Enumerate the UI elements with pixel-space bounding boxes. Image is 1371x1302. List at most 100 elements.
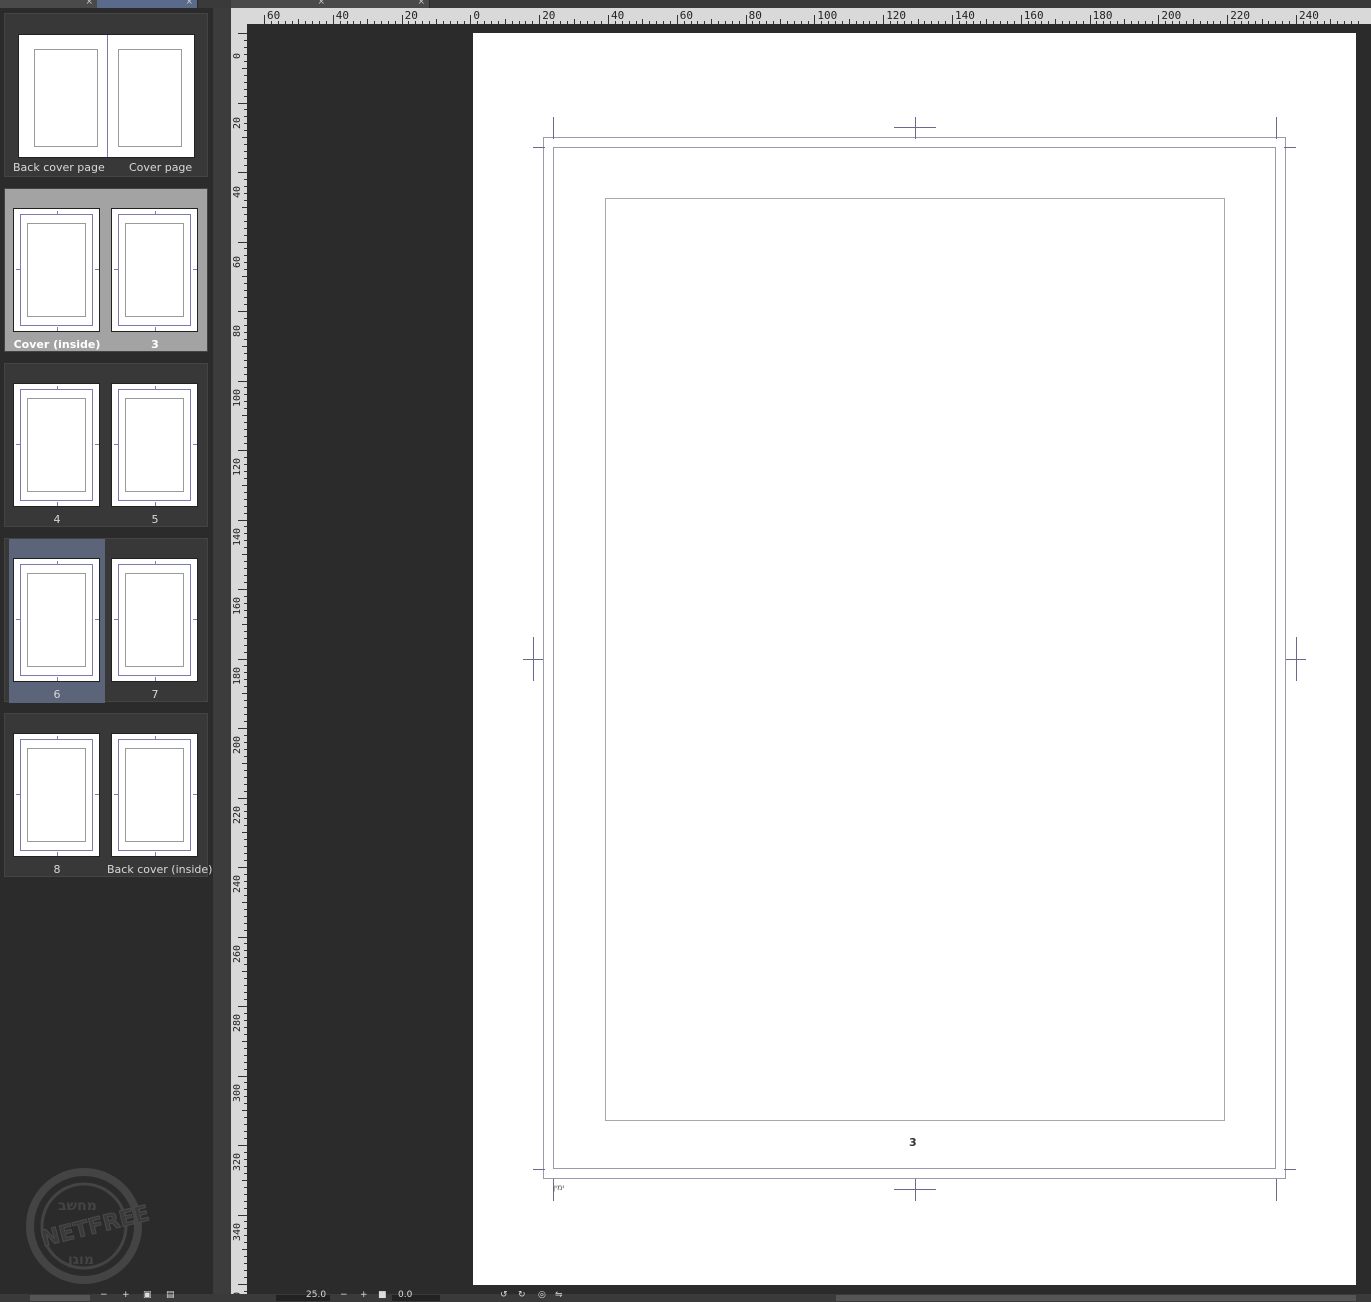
tab-close-icon[interactable]: ×: [85, 0, 93, 7]
safe-area-frame: [605, 198, 1225, 1121]
page-thumbnail[interactable]: [111, 208, 198, 332]
ruler-major-tick: [238, 797, 247, 799]
tab-close-icon[interactable]: ×: [185, 0, 193, 7]
page-slot[interactable]: 4: [9, 364, 105, 528]
zoom-out-icon[interactable]: −: [100, 1290, 108, 1300]
ruler-label: 320: [232, 1152, 243, 1171]
svg-text:מוגן: מוגן: [68, 1252, 94, 1268]
zoom-decrease-icon[interactable]: −: [340, 1290, 348, 1300]
back-cover-frame: [34, 49, 98, 147]
ruler-major-tick: [238, 728, 247, 729]
ruler-label: 240: [232, 874, 243, 893]
cover-spread-thumbnail[interactable]: [18, 34, 195, 158]
crop-mark: [533, 147, 545, 148]
page-slot[interactable]: 3: [107, 189, 203, 353]
ruler-major-tick: [1158, 15, 1160, 24]
back-cover-page-label: Back cover page: [13, 161, 105, 174]
thumbnail-crop-mark: [155, 327, 156, 331]
flip-icon[interactable]: ⇋: [555, 1290, 563, 1300]
duplicate-page-icon[interactable]: ▣: [143, 1290, 152, 1300]
document-tab-4[interactable]: ×: [329, 0, 430, 8]
thumbnail-safe-frame: [125, 573, 184, 667]
horizontal-scrollbar[interactable]: [836, 1295, 1356, 1301]
page-thumbnail[interactable]: [111, 558, 198, 682]
crop-mark: [915, 117, 916, 139]
page-thumbnail[interactable]: [13, 383, 100, 507]
page-management-panel: Back cover page Cover page Cover (inside…: [0, 8, 213, 1294]
page-thumbnail[interactable]: [111, 733, 198, 857]
svg-text:מחשב: מחשב: [58, 1198, 97, 1214]
thumbnail-crop-mark: [155, 386, 156, 390]
page-spread-1[interactable]: Cover (inside) 3: [4, 188, 208, 352]
panel-scrollbar[interactable]: [213, 8, 231, 1294]
rotate-slider-icon[interactable]: ■: [378, 1290, 387, 1300]
page-slot[interactable]: 7: [107, 539, 203, 703]
ruler-major-tick: [814, 15, 816, 24]
ruler-major-tick: [676, 15, 678, 24]
cover-spread[interactable]: Back cover page Cover page: [4, 13, 208, 177]
page-side-mark: ימין: [553, 1183, 565, 1192]
thumbnail-crop-mark: [193, 269, 197, 270]
reset-rotation-icon[interactable]: ◎: [538, 1290, 546, 1300]
page-spread-4[interactable]: 8 Back cover (inside): [4, 713, 213, 878]
thumbnail-crop-mark: [16, 794, 20, 795]
rotate-left-icon[interactable]: ↺: [500, 1290, 508, 1300]
page-settings-icon[interactable]: ▤: [166, 1290, 175, 1300]
crop-mark: [1284, 147, 1296, 148]
ruler-major-tick: [238, 172, 247, 173]
horizontal-ruler: 60 40 20 0 20 40 60 80 100 120 140 160 180 200 220 240: [231, 8, 1371, 24]
rotate-right-icon[interactable]: ↻: [518, 1290, 526, 1300]
document-tab-strip: × × × ×: [0, 0, 1371, 8]
ruler-major-tick: [952, 15, 953, 24]
page-label: 7: [151, 688, 159, 701]
thumbnail-crop-mark: [155, 502, 156, 506]
navigator-slider[interactable]: [30, 1295, 90, 1301]
thumbnail-crop-mark: [57, 502, 58, 506]
page-slot[interactable]: 6: [9, 539, 105, 703]
zoom-increase-icon[interactable]: +: [360, 1290, 368, 1300]
zoom-value: 25.0: [306, 1290, 327, 1300]
page-thumbnail[interactable]: [13, 733, 100, 857]
canvas-area[interactable]: 3 ימין: [247, 24, 1371, 1294]
page-spread-3[interactable]: 67: [4, 538, 208, 703]
page-label: 5: [151, 513, 159, 526]
page-slot[interactable]: 5: [107, 364, 203, 528]
ruler-major-tick: [1020, 15, 1022, 24]
thumbnail-crop-mark: [57, 736, 58, 740]
zoom-in-icon[interactable]: +: [122, 1290, 130, 1300]
thumbnail-crop-mark: [155, 852, 156, 856]
front-cover-frame: [118, 49, 182, 147]
page-label: 8: [53, 863, 61, 876]
page-thumbnail[interactable]: [13, 208, 100, 332]
document-tab-2[interactable]: ×: [97, 0, 198, 8]
page-slot[interactable]: Back cover (inside): [107, 714, 213, 878]
page-label: Back cover (inside): [107, 863, 213, 876]
ruler-major-tick: [745, 15, 747, 24]
page-thumbnail[interactable]: [111, 383, 198, 507]
page-thumbnail[interactable]: [13, 558, 100, 682]
page-label: 4: [53, 513, 61, 526]
thumbnail-crop-mark: [57, 852, 58, 856]
tab-close-icon[interactable]: ×: [317, 0, 325, 7]
page-spread-2[interactable]: 45: [4, 363, 208, 527]
document-tab-1[interactable]: ×: [0, 0, 98, 8]
page-slot[interactable]: Cover (inside): [9, 189, 105, 353]
page-label: 6: [53, 688, 61, 701]
thumbnail-crop-mark: [57, 211, 58, 215]
thumbnail-crop-mark: [57, 561, 58, 565]
tab-close-icon[interactable]: ×: [417, 0, 425, 7]
document-tab-3[interactable]: ×: [231, 0, 330, 8]
cover-page-label: Cover page: [129, 161, 193, 174]
page-slot[interactable]: 8: [9, 714, 105, 878]
thumbnail-safe-frame: [125, 748, 184, 842]
canvas-page[interactable]: 3 ימין: [473, 33, 1356, 1285]
ruler-major-tick: [238, 1145, 247, 1146]
thumbnail-crop-mark: [57, 386, 58, 390]
thumbnail-safe-frame: [125, 398, 184, 492]
thumbnail-crop-mark: [193, 619, 197, 620]
thumbnail-safe-frame: [27, 573, 86, 667]
ruler-major-tick: [332, 15, 334, 24]
thumbnail-crop-mark: [155, 677, 156, 681]
ruler-major-tick: [238, 450, 247, 451]
thumbnail-crop-mark: [114, 269, 118, 270]
